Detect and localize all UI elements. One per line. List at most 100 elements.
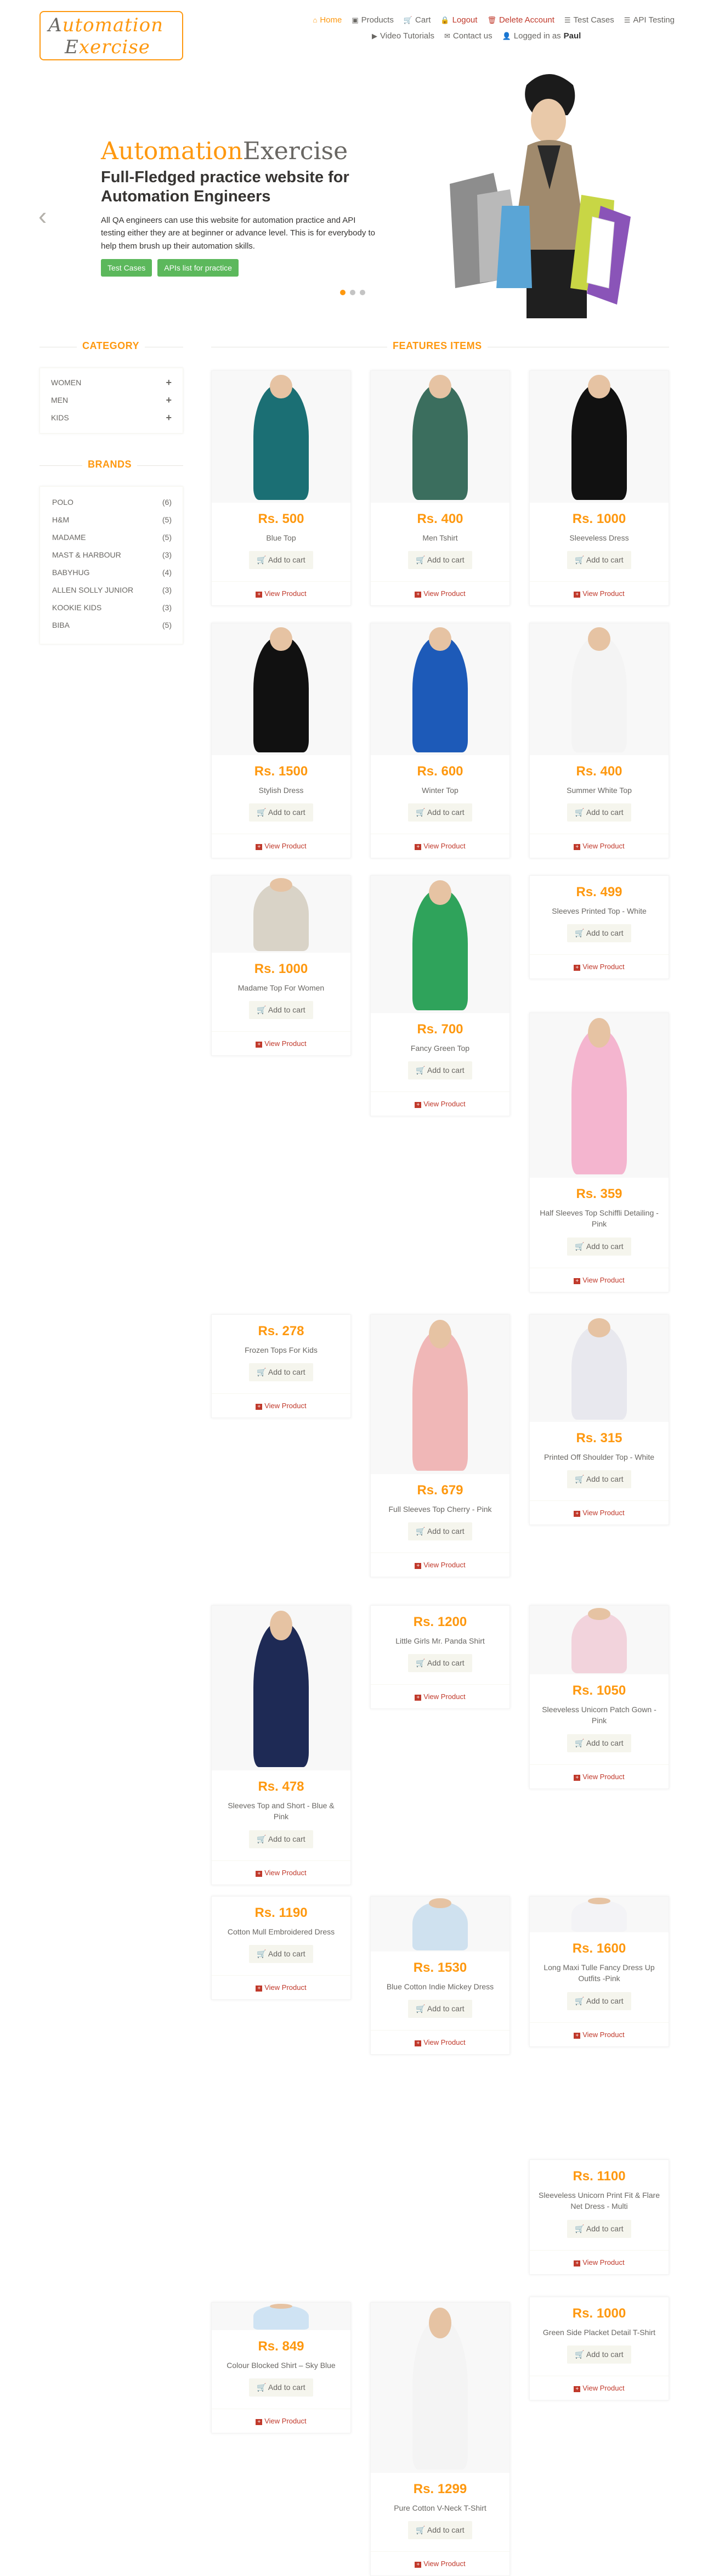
plus-square-icon: + xyxy=(574,1278,581,1284)
brand-name: MAST & HARBOUR xyxy=(52,550,121,559)
apis-list-button[interactable]: APIs list for practice xyxy=(157,259,239,277)
category-item-men[interactable]: MEN + xyxy=(40,391,183,409)
add-to-cart-button[interactable]: 🛒 Add to cart xyxy=(567,1237,631,1256)
product-info: Rs. 1190 Cotton Mull Embroidered Dress 🛒 A… xyxy=(212,1897,350,1964)
product-card: Rs. 1050 Sleeveless Unicorn Patch Gown - … xyxy=(529,1605,669,1789)
nav-item-products[interactable]: ▣ Products xyxy=(352,15,394,25)
add-to-cart-button[interactable]: 🛒 Add to cart xyxy=(408,1522,472,1541)
brand-name: BIBA xyxy=(52,621,70,629)
product-name: Summer White Top xyxy=(567,786,632,795)
nav-item-contact-us[interactable]: ✉ Contact us xyxy=(444,31,492,41)
add-to-cart-button[interactable]: 🛒 Add to cart xyxy=(408,803,472,822)
slider-prev-icon[interactable]: ‹ xyxy=(38,203,47,228)
category-item-women[interactable]: WOMEN + xyxy=(40,374,183,391)
add-to-cart-label: Add to cart xyxy=(586,1475,624,1484)
view-product-link[interactable]: + View Product xyxy=(371,2030,509,2054)
plus-square-icon: + xyxy=(256,1986,263,1992)
logo-line-1: Automation xyxy=(48,14,163,36)
view-product-link[interactable]: + View Product xyxy=(371,1684,509,1708)
view-product-link[interactable]: + View Product xyxy=(530,834,669,858)
view-product-link[interactable]: + View Product xyxy=(530,954,669,978)
add-to-cart-button[interactable]: 🛒 Add to cart xyxy=(249,1830,313,1848)
add-to-cart-button[interactable]: 🛒 Add to cart xyxy=(408,551,472,570)
view-product-link[interactable]: + View Product xyxy=(212,1975,350,1999)
add-to-cart-button[interactable]: 🛒 Add to cart xyxy=(567,1734,631,1752)
brand-item[interactable]: BABYHUG (4) xyxy=(40,564,183,581)
nav-item-test-cases[interactable]: ☰ Test Cases xyxy=(564,15,614,25)
brand-item[interactable]: H&M (5) xyxy=(40,511,183,528)
product-figure xyxy=(571,637,627,753)
nav-item-video-tutorials[interactable]: ▶ Video Tutorials xyxy=(372,31,434,41)
plus-square-icon: + xyxy=(574,1774,581,1781)
nav-item-logged-in-as[interactable]: 👤 Logged in as Paul xyxy=(502,31,581,41)
cart-icon: 🛒 xyxy=(416,808,427,817)
add-to-cart-button[interactable]: 🛒 Add to cart xyxy=(408,1061,472,1080)
add-to-cart-button[interactable]: 🛒 Add to cart xyxy=(567,924,631,943)
view-product-link[interactable]: + View Product xyxy=(212,1860,350,1885)
slider-dot[interactable] xyxy=(360,290,365,295)
nav-item-logout[interactable]: 🔒 Logout xyxy=(440,15,477,25)
brand-item[interactable]: BIBA (5) xyxy=(40,616,183,634)
view-product-link[interactable]: + View Product xyxy=(530,1764,669,1788)
add-to-cart-button[interactable]: 🛒 Add to cart xyxy=(408,1654,472,1673)
add-to-cart-button[interactable]: 🛒 Add to cart xyxy=(249,1945,313,1964)
add-to-cart-label: Add to cart xyxy=(427,2526,465,2535)
add-to-cart-button[interactable]: 🛒 Add to cart xyxy=(249,551,313,570)
view-product-link[interactable]: + View Product xyxy=(530,2022,669,2046)
slider-dot[interactable] xyxy=(350,290,355,295)
product-price: Rs. 849 xyxy=(258,2339,304,2354)
product-card: Rs. 1190 Cotton Mull Embroidered Dress 🛒 A… xyxy=(211,1896,351,2000)
plus-icon[interactable]: + xyxy=(166,377,172,389)
view-product-link[interactable]: + View Product xyxy=(371,1092,509,1116)
view-product-link[interactable]: + View Product xyxy=(212,1031,350,1055)
product-price: Rs. 600 xyxy=(417,764,463,779)
add-to-cart-button[interactable]: 🛒 Add to cart xyxy=(249,1363,313,1382)
brand-item[interactable]: MADAME (5) xyxy=(40,528,183,546)
view-product-link[interactable]: + View Product xyxy=(530,1500,669,1525)
site-logo[interactable]: Automation Exercise xyxy=(39,11,183,60)
view-product-link[interactable]: + View Product xyxy=(212,2409,350,2433)
add-to-cart-button[interactable]: 🛒 Add to cart xyxy=(567,1992,631,2010)
add-to-cart-button[interactable]: 🛒 Add to cart xyxy=(249,1001,313,1020)
add-to-cart-button[interactable]: 🛒 Add to cart xyxy=(567,2346,631,2364)
view-product-link[interactable]: + View Product xyxy=(212,581,350,605)
add-to-cart-button[interactable]: 🛒 Add to cart xyxy=(249,2378,313,2397)
brand-item[interactable]: MAST & HARBOUR (3) xyxy=(40,546,183,564)
view-product-link[interactable]: + View Product xyxy=(530,581,669,605)
add-to-cart-button[interactable]: 🛒 Add to cart xyxy=(249,803,313,822)
view-product-link[interactable]: + View Product xyxy=(530,2376,669,2400)
view-product-link[interactable]: + View Product xyxy=(371,1553,509,1577)
category-item-kids[interactable]: KIDS + xyxy=(40,409,183,426)
brand-item[interactable]: KOOKIE KIDS (3) xyxy=(40,599,183,616)
product-name: Long Maxi Tulle Fancy Dress Up Outfits -… xyxy=(544,1963,655,1983)
view-product-link[interactable]: + View Product xyxy=(530,2249,669,2274)
test-cases-button[interactable]: Test Cases xyxy=(101,259,152,277)
add-to-cart-label: Add to cart xyxy=(427,808,465,817)
plus-icon[interactable]: + xyxy=(166,395,172,406)
nav-item-home[interactable]: ⌂ Home xyxy=(313,15,342,25)
view-product-link[interactable]: + View Product xyxy=(371,581,509,605)
add-to-cart-button[interactable]: 🛒 Add to cart xyxy=(408,2000,472,2018)
nav-label: Cart xyxy=(415,15,431,25)
product-image xyxy=(371,1315,509,1474)
add-to-cart-button[interactable]: 🛒 Add to cart xyxy=(567,551,631,570)
product-info: Rs. 278 Frozen Tops For Kids 🛒 Add to cart xyxy=(212,1315,350,1382)
nav-item-api-testing[interactable]: ☰ API Testing xyxy=(624,15,675,25)
product-image xyxy=(371,623,509,755)
view-product-link[interactable]: + View Product xyxy=(212,1393,350,1418)
brand-item[interactable]: POLO (6) xyxy=(40,493,183,511)
plus-icon[interactable]: + xyxy=(166,412,172,424)
add-to-cart-button[interactable]: 🛒 Add to cart xyxy=(567,2219,631,2238)
view-product-link[interactable]: + View Product xyxy=(371,2551,509,2575)
add-to-cart-button[interactable]: 🛒 Add to cart xyxy=(567,1470,631,1489)
view-product-link[interactable]: + View Product xyxy=(371,834,509,858)
view-product-link[interactable]: + View Product xyxy=(530,1267,669,1292)
nav-item-delete-account[interactable]: 🗑 Delete Account xyxy=(487,15,554,25)
nav-item-cart[interactable]: 🛒 Cart xyxy=(404,15,431,25)
add-to-cart-button[interactable]: 🛒 Add to cart xyxy=(408,2521,472,2540)
brand-item[interactable]: ALLEN SOLLY JUNIOR (3) xyxy=(40,581,183,599)
slider-dot-active[interactable] xyxy=(340,290,346,295)
product-name: Sleeveless Dress xyxy=(569,533,629,542)
add-to-cart-button[interactable]: 🛒 Add to cart xyxy=(567,803,631,822)
view-product-link[interactable]: + View Product xyxy=(212,834,350,858)
